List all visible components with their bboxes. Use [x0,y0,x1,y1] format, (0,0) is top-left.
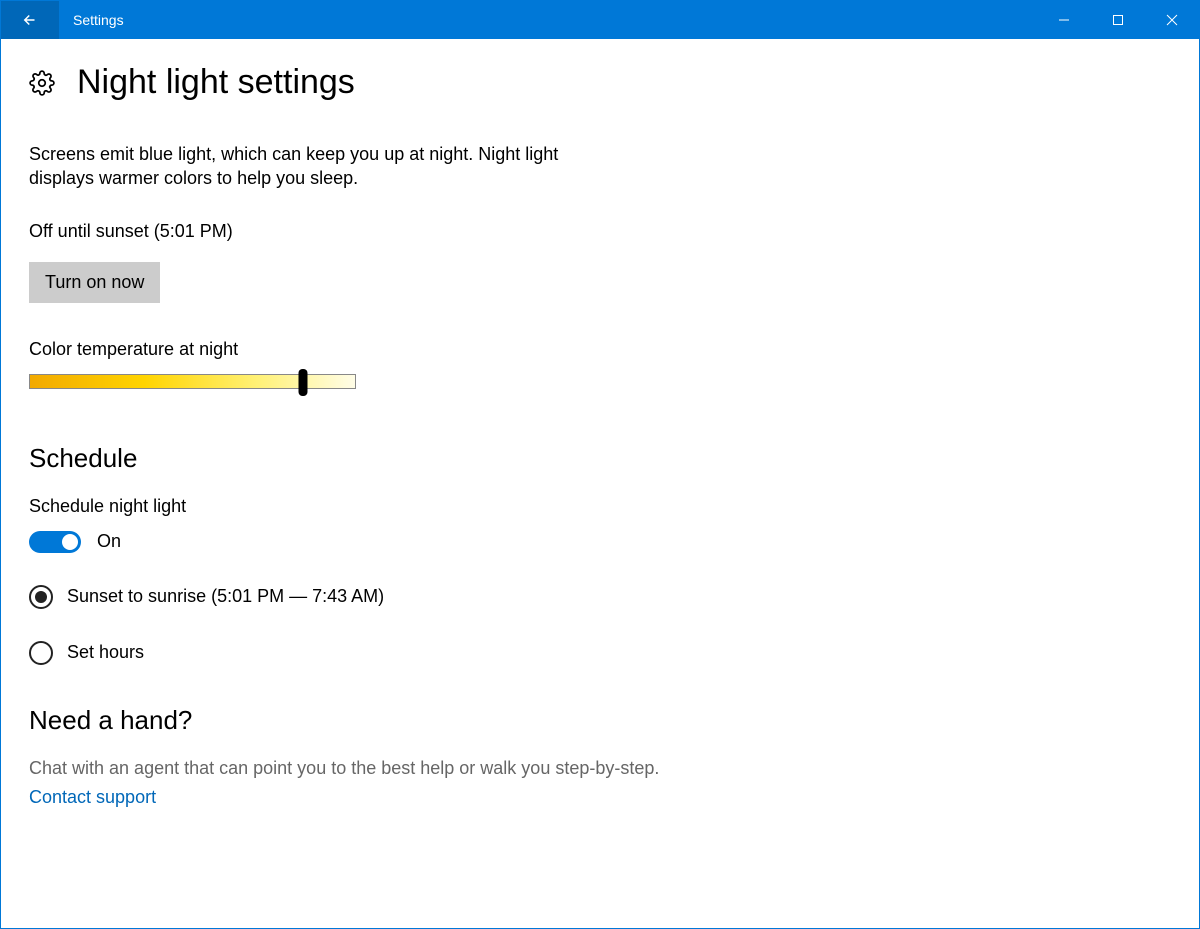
back-button[interactable] [1,1,59,39]
schedule-toggle-label: Schedule night light [29,496,1171,517]
status-text: Off until sunset (5:01 PM) [29,221,1171,242]
toggle-knob [62,534,78,550]
maximize-button[interactable] [1091,1,1145,39]
radio-icon-unselected [29,641,53,665]
radio-sunset-label: Sunset to sunrise (5:01 PM — 7:43 AM) [67,586,384,607]
minimize-button[interactable] [1037,1,1091,39]
window-title: Settings [59,1,1037,39]
temperature-label: Color temperature at night [29,339,1171,360]
content-area: Night light settings Screens emit blue l… [1,39,1199,832]
window-controls [1037,1,1199,39]
temperature-slider[interactable] [29,374,356,389]
radio-set-hours[interactable]: Set hours [29,641,1171,665]
close-button[interactable] [1145,1,1199,39]
help-heading: Need a hand? [29,705,1171,736]
titlebar: Settings [1,1,1199,39]
toggle-state-label: On [97,531,121,552]
radio-set-hours-label: Set hours [67,642,144,663]
schedule-toggle[interactable] [29,531,81,553]
radio-icon-selected [29,585,53,609]
schedule-heading: Schedule [29,443,1171,474]
help-description: Chat with an agent that can point you to… [29,758,1171,779]
page-description: Screens emit blue light, which can keep … [29,142,559,191]
page-title: Night light settings [77,63,355,102]
page-header: Night light settings [29,63,1171,102]
contact-support-link[interactable]: Contact support [29,787,156,807]
gear-icon [29,70,55,96]
turn-on-button[interactable]: Turn on now [29,262,160,303]
radio-sunset-sunrise[interactable]: Sunset to sunrise (5:01 PM — 7:43 AM) [29,585,1171,609]
slider-thumb[interactable] [299,369,308,396]
